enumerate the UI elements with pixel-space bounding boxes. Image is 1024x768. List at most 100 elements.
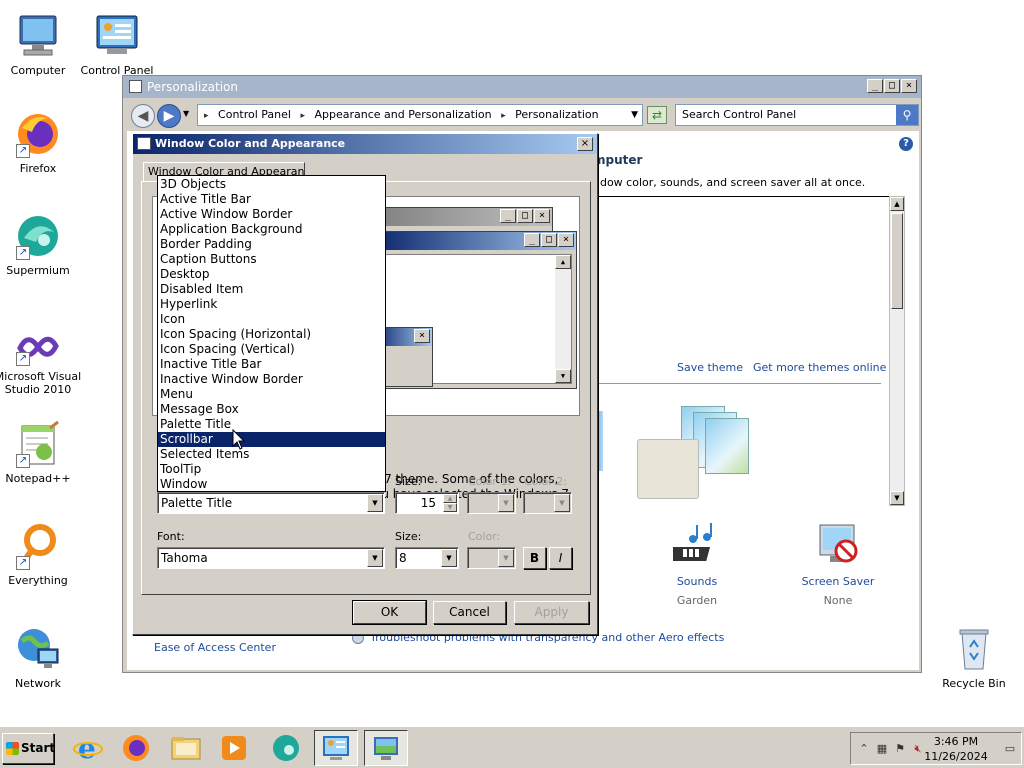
maximize-button[interactable]: □	[884, 79, 900, 93]
scroll-thumb[interactable]	[891, 213, 903, 309]
clock-time[interactable]: 3:46 PM	[921, 735, 991, 748]
ease-of-access-link[interactable]: Ease of Access Center	[154, 641, 276, 654]
item-option[interactable]: Inactive Window Border	[158, 372, 385, 387]
ok-button[interactable]: OK	[352, 600, 427, 625]
apply-button[interactable]: Apply	[514, 601, 589, 624]
breadcrumb-appearance[interactable]: Appearance and Personalization	[315, 108, 492, 121]
help-icon[interactable]: ?	[899, 137, 913, 151]
desktop-icon-visual-studio[interactable]: ↗ Microsoft Visual Studio 2010	[0, 328, 83, 396]
item-option[interactable]: Caption Buttons	[158, 252, 385, 267]
item-size-spinner[interactable]: 15 ▲ ▼	[395, 492, 459, 514]
item-option[interactable]: Scrollbar	[158, 432, 385, 447]
item-option[interactable]: Application Background	[158, 222, 385, 237]
item-option[interactable]: Palette Title	[158, 417, 385, 432]
chevron-down-icon[interactable]: ▼	[441, 549, 457, 567]
item-option[interactable]: Inactive Title Bar	[158, 357, 385, 372]
chevron-down-icon[interactable]: ▼	[498, 494, 514, 512]
desktop-icon-firefox[interactable]: ↗ Firefox	[0, 110, 83, 175]
scroll-down-icon[interactable]: ▼	[890, 491, 904, 505]
item-combobox-value: Palette Title	[161, 496, 233, 510]
chevron-down-icon[interactable]: ▼	[498, 549, 514, 567]
desktop-icon-control-panel[interactable]: Control Panel	[72, 12, 162, 77]
screen-saver-item[interactable]: Screen Saver None	[793, 521, 883, 607]
scroll-up-icon[interactable]: ▲	[890, 197, 904, 211]
start-button[interactable]: Start	[2, 733, 55, 764]
item-option[interactable]: Desktop	[158, 267, 385, 282]
font-label: Font:	[157, 530, 185, 543]
personalization-title-bar[interactable]: Personalization _ □ ×	[123, 76, 921, 98]
item-option[interactable]: Active Window Border	[158, 207, 385, 222]
item-option[interactable]: Selected Items	[158, 447, 385, 462]
forward-button[interactable]: ▶	[157, 104, 181, 128]
get-more-themes-link[interactable]: Get more themes online	[753, 361, 886, 374]
theme-gallery-scrollbar[interactable]: ▲ ▼	[889, 196, 905, 506]
bold-toggle-button[interactable]: B	[523, 547, 546, 569]
spin-down-icon[interactable]: ▼	[443, 503, 457, 512]
font-combobox[interactable]: Tahoma ▼	[157, 547, 385, 569]
color2-picker[interactable]: ▼	[523, 492, 572, 514]
save-theme-link[interactable]: Save theme	[677, 361, 743, 374]
taskbar-window-color[interactable]	[364, 730, 408, 766]
item-option[interactable]: Menu	[158, 387, 385, 402]
refresh-button[interactable]: ⇄	[647, 106, 667, 124]
item-dropdown-list[interactable]: 3D Objects Active Title Bar Active Window …	[157, 175, 386, 492]
chevron-down-icon[interactable]: ▼	[367, 494, 383, 512]
selected-theme-thumbnail[interactable]	[637, 439, 699, 499]
taskbar-internet-explorer[interactable]: e	[66, 730, 110, 766]
clock-date[interactable]: 11/26/2024	[921, 750, 991, 763]
show-desktop-icon[interactable]: ▭	[1003, 742, 1017, 756]
taskbar-supermium[interactable]	[264, 730, 308, 766]
item-combobox[interactable]: Palette Title ▼	[157, 492, 385, 514]
item-option[interactable]: Icon Spacing (Vertical)	[158, 342, 385, 357]
desktop-icon-computer[interactable]: Computer	[0, 12, 83, 77]
font-color-picker[interactable]: ▼	[467, 547, 516, 569]
dialog-close-button[interactable]: ×	[577, 137, 593, 151]
font-size-combobox[interactable]: 8 ▼	[395, 547, 459, 569]
history-dropdown-icon[interactable]: ▼	[183, 109, 189, 118]
search-input[interactable]: Search Control Panel ⚲	[675, 104, 919, 126]
minimize-button[interactable]: _	[867, 79, 883, 93]
desktop-icon-supermium[interactable]: ↗ Supermium	[0, 212, 83, 277]
item-option[interactable]: Border Padding	[158, 237, 385, 252]
item-option[interactable]: Icon	[158, 312, 385, 327]
item-option[interactable]: Window	[158, 477, 385, 492]
taskbar-explorer[interactable]	[164, 730, 208, 766]
taskbar-firefox[interactable]	[114, 730, 158, 766]
breadcrumb-personalization[interactable]: Personalization	[515, 108, 598, 121]
item-option[interactable]: 3D Objects	[158, 177, 385, 192]
mouse-cursor-icon	[232, 429, 246, 450]
desktop-icon-everything[interactable]: ↗ Everything	[0, 522, 83, 587]
dialog-app-icon	[137, 137, 151, 150]
spin-up-icon[interactable]: ▲	[443, 494, 457, 503]
show-hidden-icons-icon[interactable]: ⌃	[857, 742, 871, 756]
desktop-icon-recycle-bin[interactable]: Recycle Bin	[929, 625, 1019, 690]
breadcrumb-control-panel[interactable]: Control Panel	[218, 108, 291, 121]
item-option[interactable]: Active Title Bar	[158, 192, 385, 207]
address-bar[interactable]: ▸ Control Panel ▸ Appearance and Persona…	[197, 104, 643, 126]
close-button[interactable]: ×	[901, 79, 917, 93]
search-icon[interactable]: ⚲	[896, 105, 918, 125]
taskbar-control-panel[interactable]	[314, 730, 358, 766]
item-option[interactable]: Disabled Item	[158, 282, 385, 297]
desktop-icon-network[interactable]: Network	[0, 625, 83, 690]
recycle-bin-icon	[950, 625, 998, 673]
chevron-down-icon[interactable]: ▼	[367, 549, 383, 567]
back-button[interactable]: ◀	[131, 104, 155, 128]
item-option[interactable]: Message Box	[158, 402, 385, 417]
network-tray-icon[interactable]: ▦	[875, 742, 889, 756]
action-center-flag-icon[interactable]: ⚑	[893, 742, 907, 756]
color1-picker[interactable]: ▼	[467, 492, 516, 514]
font-color-label: Color:	[468, 530, 501, 543]
item-option[interactable]: Hyperlink	[158, 297, 385, 312]
cancel-button[interactable]: Cancel	[433, 601, 506, 624]
italic-toggle-button[interactable]: I	[549, 547, 572, 569]
network-globe-icon	[14, 625, 62, 673]
taskbar-media-player[interactable]	[212, 730, 256, 766]
chevron-down-icon[interactable]: ▼	[554, 494, 570, 512]
desktop-icon-notepadpp[interactable]: ↗ Notepad++	[0, 420, 83, 485]
dialog-title-bar[interactable]: Window Color and Appearance ×	[133, 134, 597, 154]
address-dropdown-icon[interactable]: ▼	[631, 105, 638, 125]
item-option[interactable]: Icon Spacing (Horizontal)	[158, 327, 385, 342]
sounds-item[interactable]: Sounds Garden	[657, 521, 737, 607]
item-option[interactable]: ToolTip	[158, 462, 385, 477]
